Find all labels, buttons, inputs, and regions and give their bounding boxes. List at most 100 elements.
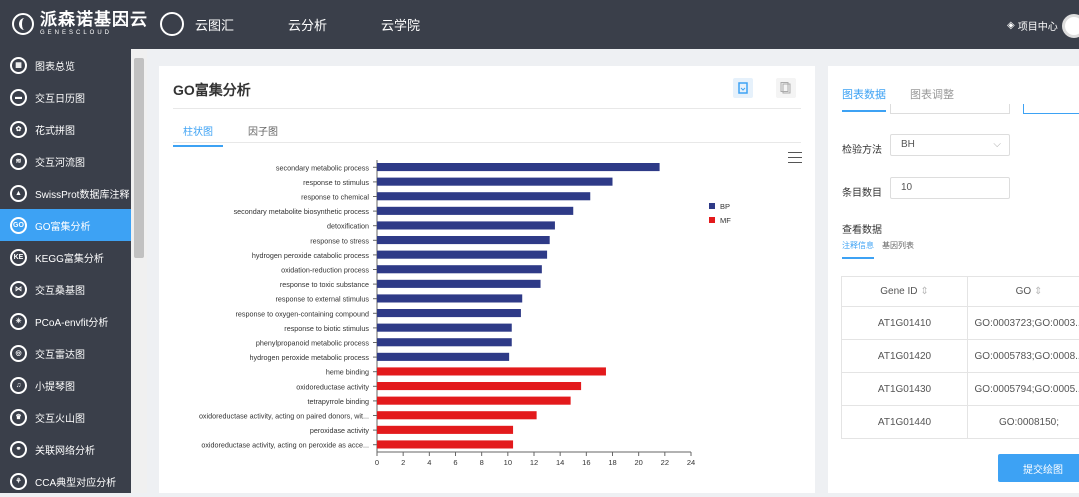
cut-off-input[interactable] (890, 104, 1010, 114)
sidebar-item-12[interactable]: ♛交互火山图 (0, 401, 131, 433)
page-title: GO富集分析 (173, 80, 251, 100)
avatar[interactable] (1062, 14, 1079, 38)
puzzle-icon: ✿ (10, 121, 27, 138)
x-tick-label: 0 (375, 458, 379, 467)
tab-gene-list[interactable]: 基因列表 (882, 240, 914, 259)
bar (377, 178, 613, 186)
sidebar-scrollbar-thumb[interactable] (134, 58, 144, 258)
table-row[interactable]: AT1G01440GO:0008150; (842, 406, 1079, 439)
tab-bar-chart[interactable]: 柱状图 (173, 123, 223, 147)
x-tick-label: 2 (401, 458, 405, 467)
sidebar-item-3[interactable]: ✿花式拼图 (0, 113, 131, 145)
legend-label: BP (720, 202, 730, 211)
tab-annotation[interactable]: 注释信息 (842, 240, 874, 259)
y-tick-label: response to stress (310, 236, 369, 245)
sidebar-item-label: 交互雷达图 (35, 346, 85, 361)
sidebar-item-7[interactable]: KEKEGG富集分析 (0, 241, 131, 273)
bar (377, 411, 537, 419)
tab-factor-chart[interactable]: 因子图 (238, 123, 288, 147)
sidebar-item-label: SwissProt数据库注释 (35, 186, 129, 201)
bar (377, 192, 590, 200)
sidebar-item-label: 图表总览 (35, 58, 75, 73)
legend-label: MF (720, 216, 731, 225)
settings-panel: 图表数据 图表调整 检验方法 BH ⌵ 条目数目 10 查看数据 注释信息 基因… (828, 66, 1079, 493)
sidebar-item-label: 交互河流图 (35, 154, 85, 169)
sidebar-item-6[interactable]: GOGO富集分析 (0, 209, 131, 241)
sidebar-item-10[interactable]: ◎ 交互雷达图 (0, 337, 131, 369)
bar (377, 338, 512, 346)
sidebar-item-1[interactable]: ▦图表总览 (0, 49, 131, 81)
sidebar-item-13[interactable]: ⚭关联网络分析 (0, 433, 131, 465)
chart-menu-button[interactable] (788, 152, 802, 167)
sidebar-item-4[interactable]: ≋交互河流图 (0, 145, 131, 177)
chart-tabs: 柱状图 因子图 (173, 123, 303, 147)
column-gene-id[interactable]: Gene ID ⇕ (842, 277, 968, 307)
y-tick-label: secondary metabolite biosynthetic proces… (234, 207, 370, 216)
sidebar-item-label: CCA典型对应分析 (35, 474, 116, 489)
y-tick-label: response to oxygen-containing compound (236, 309, 369, 318)
x-tick-label: 8 (480, 458, 484, 467)
table-row[interactable]: AT1G01430GO:0005794;GO:0005... (842, 373, 1079, 406)
y-tick-label: oxidation-reduction process (281, 266, 369, 275)
y-tick-label: response to external stimulus (276, 295, 370, 304)
bar (377, 163, 660, 171)
download-button[interactable] (733, 78, 753, 98)
count-label: 条目数目 (842, 184, 882, 199)
bar (377, 426, 513, 434)
x-tick-label: 20 (634, 458, 642, 467)
sidebar-item-5[interactable]: ▲SwissProt数据库注释 (0, 177, 131, 209)
brand-name: 派森诺基因云 (40, 10, 148, 29)
tab-chart-data[interactable]: 图表数据 (842, 86, 886, 112)
table-row[interactable]: AT1G01420GO:0005783;GO:0008... (842, 340, 1079, 373)
nav-item-yunxueyuan[interactable]: 云学院 (381, 15, 420, 34)
radar-icon: ◎ (10, 345, 27, 362)
project-center-link[interactable]: ◈ 项目中心 (1007, 18, 1058, 33)
count-value: 10 (901, 182, 912, 193)
cut-off-input-2[interactable] (1023, 104, 1079, 114)
count-input[interactable]: 10 (890, 177, 1010, 199)
calendar-icon: ▬ (10, 89, 27, 106)
sidebar-item-14[interactable]: ⚘CCA典型对应分析 (0, 465, 131, 497)
go-bar-chart: secondary metabolic processresponse to s… (169, 156, 789, 486)
brand-logo[interactable]: 派森诺基因云 GENESCLOUD (12, 12, 184, 36)
y-tick-label: phenylpropanoid metabolic process (256, 339, 369, 348)
menu-line (788, 152, 802, 153)
sidebar-item-label: GO富集分析 (35, 218, 91, 233)
sidebar-item-2[interactable]: ▬ 交互日历图 (0, 81, 131, 113)
table-row[interactable]: AT1G01410GO:0003723;GO:0003... (842, 307, 1079, 340)
column-gene-id-label: Gene ID (880, 286, 917, 297)
bar (377, 367, 606, 375)
submit-plot-button[interactable]: 提交绘图 (998, 454, 1079, 482)
volcano-icon: ♛ (10, 409, 27, 426)
legend-swatch (709, 203, 715, 209)
cell-gene-id: AT1G01430 (842, 373, 968, 406)
sort-icon: ⇕ (920, 286, 928, 297)
y-tick-label: peroxidase activity (310, 426, 370, 435)
sidebar-item-9[interactable]: ✳PCoA-envfit分析 (0, 305, 131, 337)
brand-emblem-icon (160, 12, 184, 36)
bar (377, 221, 555, 229)
sidebar-item-11[interactable]: ♫小提琴图 (0, 369, 131, 401)
nav-item-yunfenxi[interactable]: 云分析 (288, 15, 327, 34)
y-tick-label: detoxification (327, 222, 369, 231)
method-select[interactable]: BH ⌵ (890, 134, 1010, 156)
y-tick-label: response to toxic substance (280, 280, 369, 289)
cell-gene-id: AT1G01440 (842, 406, 968, 439)
sidebar: ▦图表总览 ▬ 交互日历图 ✿花式拼图≋交互河流图▲SwissProt数据库注释GOG… (0, 49, 131, 493)
x-tick-label: 10 (504, 458, 512, 467)
sidebar-item-label: 交互日历图 (35, 90, 85, 105)
y-tick-label: response to biotic stimulus (284, 324, 369, 333)
nav-item-yuntuhui[interactable]: 云图汇 (195, 15, 234, 34)
table-header-row: Gene ID ⇕ GO ⇕ (842, 277, 1079, 307)
column-go-label: GO (1016, 286, 1032, 297)
bar (377, 294, 522, 302)
copy-icon (780, 82, 792, 94)
top-bar: 派森诺基因云 GENESCLOUD 云图汇 云分析 云学院 ◈ 项目中心 (0, 0, 1079, 49)
y-tick-label: hydrogen peroxide catabolic process (252, 251, 369, 260)
sidebar-item-8[interactable]: ⋈交互桑基图 (0, 273, 131, 305)
sidebar-item-label: KEGG富集分析 (35, 250, 104, 265)
x-tick-label: 12 (530, 458, 538, 467)
copy-button[interactable] (776, 78, 796, 98)
legend-swatch (709, 217, 715, 223)
column-go[interactable]: GO ⇕ (968, 277, 1079, 307)
